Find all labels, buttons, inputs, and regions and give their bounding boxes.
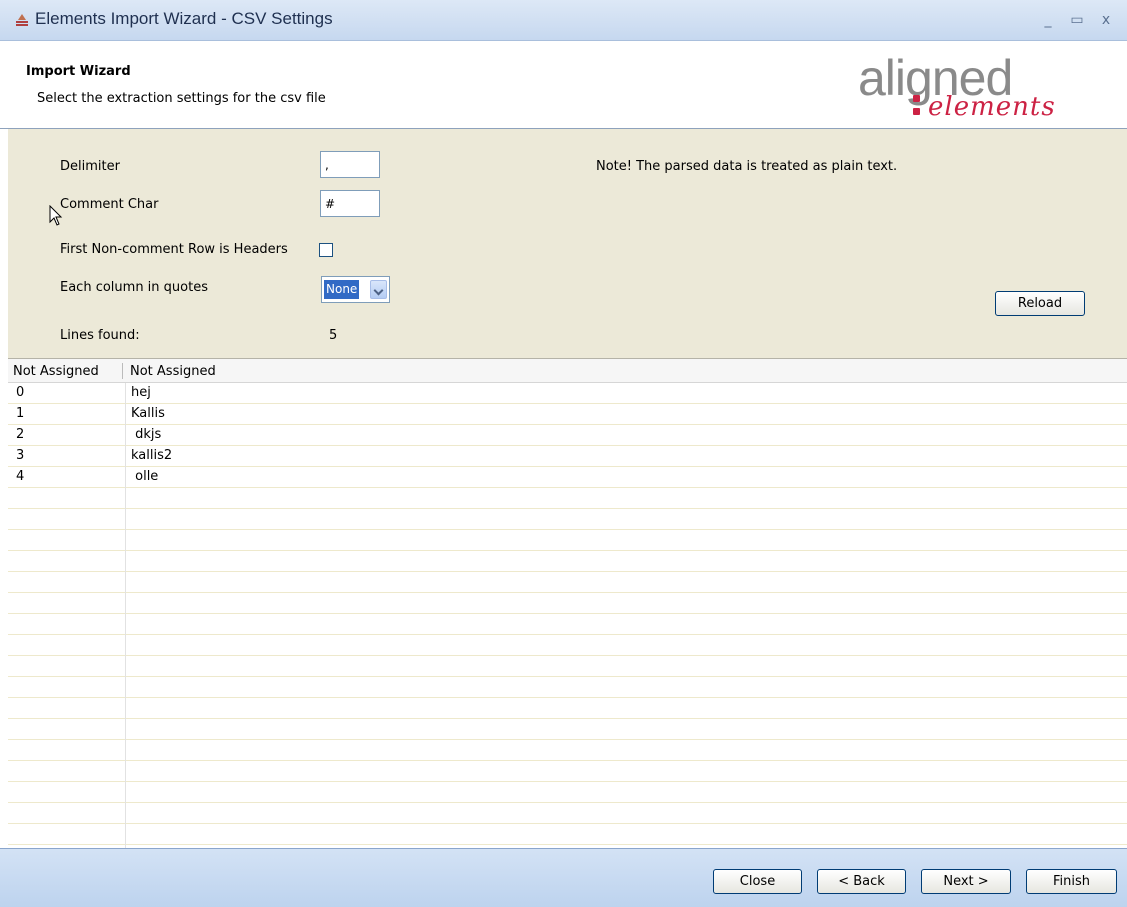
- column-header-1[interactable]: Not Assigned: [130, 364, 216, 379]
- app-icon: [16, 14, 28, 26]
- table-row[interactable]: [8, 593, 1127, 614]
- quotes-selected-value: None: [324, 280, 360, 299]
- csv-preview-table[interactable]: Not Assigned Not Assigned 0 hej 1 Kallis 2 d…: [8, 359, 1127, 848]
- table-row[interactable]: [8, 782, 1127, 803]
- chevron-down-icon[interactable]: [370, 280, 387, 299]
- table-row[interactable]: [8, 824, 1127, 845]
- logo-dots-icon: [913, 95, 921, 119]
- table-row[interactable]: [8, 803, 1127, 824]
- wizard-header: Import Wizard Select the extraction sett…: [0, 41, 1127, 129]
- table-row[interactable]: [8, 551, 1127, 572]
- reload-button[interactable]: Reload: [995, 291, 1085, 316]
- table-row[interactable]: [8, 656, 1127, 677]
- quotes-select[interactable]: None: [321, 276, 390, 303]
- headers-label: First Non-comment Row is Headers: [60, 242, 288, 257]
- finish-button[interactable]: Finish: [1026, 869, 1117, 894]
- table-cell: dkjs: [131, 427, 162, 442]
- wizard-title: Import Wizard: [26, 64, 131, 79]
- table-row[interactable]: [8, 572, 1127, 593]
- table-row[interactable]: [8, 635, 1127, 656]
- plain-text-note: Note! The parsed data is treated as plai…: [596, 159, 898, 174]
- quotes-label: Each column in quotes: [60, 280, 208, 295]
- table-row[interactable]: [8, 488, 1127, 509]
- table-row[interactable]: 2 dkjs: [8, 425, 1127, 446]
- back-button[interactable]: < Back: [817, 869, 906, 894]
- table-header: Not Assigned Not Assigned: [8, 359, 1127, 383]
- comment-char-input[interactable]: #: [320, 190, 380, 217]
- minimize-button[interactable]: _: [1038, 10, 1058, 30]
- lines-found-label: Lines found:: [60, 328, 140, 343]
- table-row[interactable]: [8, 509, 1127, 530]
- table-row[interactable]: 3 kallis2: [8, 446, 1127, 467]
- column-divider[interactable]: [122, 363, 123, 379]
- table-body: 0 hej 1 Kallis 2 dkjs 3 kallis2 4 olle: [8, 383, 1127, 848]
- headers-checkbox[interactable]: [319, 243, 333, 257]
- maximize-button[interactable]: ▭: [1067, 10, 1087, 30]
- lines-found-value: 5: [329, 328, 338, 343]
- table-cell: 0: [16, 385, 25, 400]
- column-separator: [125, 383, 126, 848]
- table-cell: kallis2: [131, 448, 173, 463]
- logo-elements: elements: [928, 92, 1056, 122]
- window-title: Elements Import Wizard - CSV Settings: [35, 9, 333, 28]
- table-cell: 4: [16, 469, 25, 484]
- table-cell: olle: [131, 469, 159, 484]
- delimiter-label: Delimiter: [60, 159, 120, 174]
- table-row[interactable]: [8, 740, 1127, 761]
- table-row[interactable]: [8, 530, 1127, 551]
- table-row[interactable]: [8, 761, 1127, 782]
- table-row[interactable]: 4 olle: [8, 467, 1127, 488]
- mouse-cursor-icon: [49, 205, 63, 226]
- table-row[interactable]: [8, 698, 1127, 719]
- next-button[interactable]: Next >: [921, 869, 1011, 894]
- table-cell: 1: [16, 406, 25, 421]
- delimiter-input[interactable]: ,: [320, 151, 380, 178]
- comment-char-label: Comment Char: [60, 197, 159, 212]
- table-cell: 2: [16, 427, 25, 442]
- table-cell: 3: [16, 448, 25, 463]
- wizard-footer: Close < Back Next > Finish: [0, 848, 1127, 907]
- table-row[interactable]: [8, 614, 1127, 635]
- table-row[interactable]: 1 Kallis: [8, 404, 1127, 425]
- table-row[interactable]: [8, 677, 1127, 698]
- close-window-button[interactable]: x: [1096, 10, 1116, 30]
- table-cell: Kallis: [131, 406, 165, 421]
- title-bar: Elements Import Wizard - CSV Settings _ …: [0, 0, 1127, 41]
- table-cell: hej: [131, 385, 151, 400]
- table-row[interactable]: [8, 719, 1127, 740]
- column-header-0[interactable]: Not Assigned: [13, 364, 99, 379]
- close-button[interactable]: Close: [713, 869, 802, 894]
- wizard-subtitle: Select the extraction settings for the c…: [37, 91, 326, 106]
- csv-settings-panel: Delimiter , Comment Char # First Non-com…: [8, 129, 1127, 359]
- table-row[interactable]: 0 hej: [8, 383, 1127, 404]
